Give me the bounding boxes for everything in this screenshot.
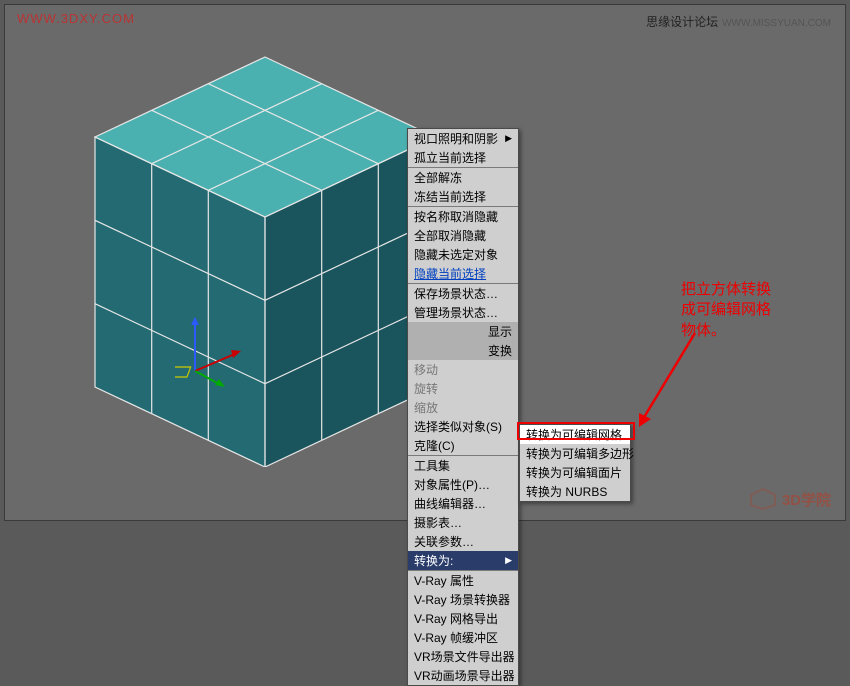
menu-item-15[interactable]: 工具集	[408, 456, 518, 475]
menu-item-25[interactable]: VR场景文件导出器	[408, 647, 518, 666]
menu-header: 变换	[408, 341, 518, 360]
menu-item-18[interactable]: 摄影表…	[408, 513, 518, 532]
menu-item-20[interactable]: 转换为:	[408, 551, 518, 570]
submenu-item-3[interactable]: 转换为 NURBS	[520, 482, 630, 501]
menu-item-17[interactable]: 曲线编辑器…	[408, 494, 518, 513]
submenu-item-0[interactable]: 转换为可编辑网格	[520, 425, 630, 444]
menu-item-10[interactable]: 移动	[408, 360, 518, 379]
viewport[interactable]: WWW.3DXY.COM 思缘设计论坛WWW.MISSYUAN.COM	[4, 4, 846, 521]
context-menu[interactable]: 视口照明和阴影孤立当前选择全部解冻冻结当前选择按名称取消隐藏全部取消隐藏隐藏未选…	[407, 128, 519, 686]
menu-item-2[interactable]: 全部解冻	[408, 168, 518, 187]
watermark-siyuan: 思缘设计论坛WWW.MISSYUAN.COM	[646, 13, 831, 30]
menu-item-23[interactable]: V-Ray 网格导出	[408, 609, 518, 628]
menu-item-8[interactable]: 保存场景状态…	[408, 284, 518, 303]
annotation-text: 把立方体转换 成可编辑网格 物体。	[681, 280, 771, 341]
menu-item-13[interactable]: 选择类似对象(S)	[408, 417, 518, 436]
menu-item-6[interactable]: 隐藏未选定对象	[408, 245, 518, 264]
menu-item-7[interactable]: 隐藏当前选择	[408, 264, 518, 283]
menu-item-0[interactable]: 视口照明和阴影	[408, 129, 518, 148]
menu-item-4[interactable]: 按名称取消隐藏	[408, 207, 518, 226]
menu-item-19[interactable]: 关联参数…	[408, 532, 518, 551]
menu-item-1[interactable]: 孤立当前选择	[408, 148, 518, 167]
menu-item-14[interactable]: 克隆(C)	[408, 436, 518, 455]
convert-to-submenu[interactable]: 转换为可编辑网格转换为可编辑多边形转换为可编辑面片转换为 NURBS	[519, 424, 631, 502]
menu-item-3[interactable]: 冻结当前选择	[408, 187, 518, 206]
submenu-item-1[interactable]: 转换为可编辑多边形	[520, 444, 630, 463]
menu-item-26[interactable]: VR动画场景导出器	[408, 666, 518, 685]
watermark-3dxy: WWW.3DXY.COM	[17, 11, 135, 26]
annotation-arrow	[625, 325, 725, 435]
menu-item-24[interactable]: V-Ray 帧缓冲区	[408, 628, 518, 647]
menu-item-5[interactable]: 全部取消隐藏	[408, 226, 518, 245]
menu-item-22[interactable]: V-Ray 场景转换器	[408, 590, 518, 609]
menu-item-12[interactable]: 缩放	[408, 398, 518, 417]
menu-header: 显示	[408, 322, 518, 341]
watermark-3d-academy: 3D学院	[750, 488, 831, 510]
menu-item-21[interactable]: V-Ray 属性	[408, 571, 518, 590]
menu-item-11[interactable]: 旋转	[408, 379, 518, 398]
submenu-item-2[interactable]: 转换为可编辑面片	[520, 463, 630, 482]
menu-item-16[interactable]: 对象属性(P)…	[408, 475, 518, 494]
menu-item-9[interactable]: 管理场景状态…	[408, 303, 518, 322]
